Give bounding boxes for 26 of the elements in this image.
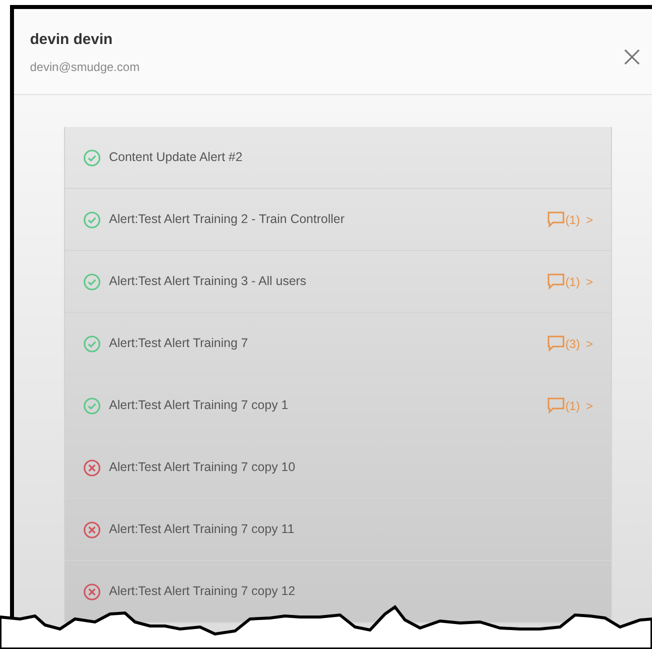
- alert-title: Content Update Alert #2: [109, 149, 244, 166]
- alert-row[interactable]: Alert:Test Alert Training 7 copy 11: [65, 499, 611, 561]
- alert-title: Alert:Test Alert Training 2 - Train Controller: [109, 211, 346, 228]
- comment-icon: [547, 211, 566, 228]
- alert-row[interactable]: Alert:Test Alert Training 7 copy 1 (1) >: [65, 375, 611, 437]
- close-button[interactable]: [622, 47, 642, 67]
- comment-icon: [547, 273, 566, 290]
- comment-count: (1): [565, 274, 580, 290]
- alert-title: Alert:Test Alert Training 3 - All users: [109, 273, 308, 290]
- alert-title: Alert:Test Alert Training 7 copy 10: [109, 459, 296, 476]
- alert-row[interactable]: Alert:Test Alert Training 2 - Train Controller (1) >: [65, 189, 611, 251]
- comment-icon: [547, 397, 566, 414]
- alert-title: Alert:Test Alert Training 7 copy 12: [109, 583, 296, 600]
- alert-row[interactable]: Alert:Test Alert Training 3 - All users (1) >: [65, 251, 611, 313]
- comment-count: (1): [565, 212, 580, 228]
- alert-row[interactable]: Alert:Test Alert Training 7 copy 10: [65, 437, 611, 499]
- alert-title: Alert:Test Alert Training 7: [109, 335, 249, 352]
- comment-count: (3): [565, 336, 580, 352]
- user-email: devin@smudge.com: [30, 58, 140, 76]
- comment-count: (1): [565, 398, 580, 414]
- alert-row[interactable]: Content Update Alert #2: [65, 127, 611, 189]
- alert-title: Alert:Test Alert Training 7 copy 11: [109, 521, 296, 538]
- alert-title: Alert:Test Alert Training 7 copy 1: [109, 397, 290, 414]
- comment-icon: [547, 335, 566, 352]
- alert-row[interactable]: Alert:Test Alert Training 7 (3) >: [65, 313, 611, 375]
- user-name: devin devin: [30, 30, 114, 50]
